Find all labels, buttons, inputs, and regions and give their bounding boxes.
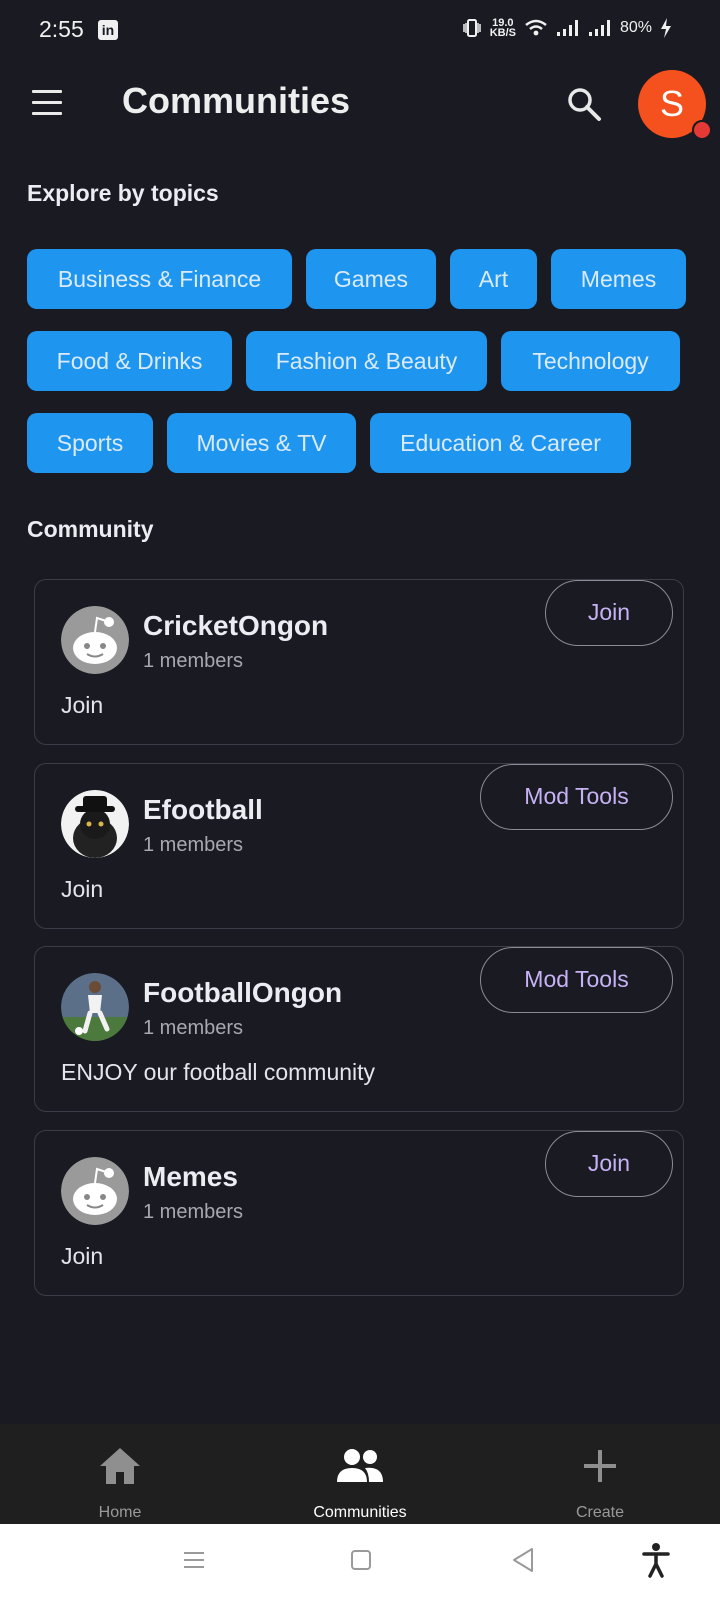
community-members: 1 members bbox=[143, 834, 244, 856]
join-button[interactable]: Join bbox=[545, 580, 673, 646]
recents-icon[interactable] bbox=[182, 1548, 206, 1572]
nav-home-label: Home bbox=[98, 1504, 142, 1521]
community-name: Efootball bbox=[143, 794, 263, 825]
community-card[interactable]: Memes 1 members Join Join bbox=[34, 1130, 684, 1296]
search-icon[interactable] bbox=[566, 86, 602, 122]
topic-chip-movies-tv[interactable]: Movies & TV bbox=[167, 413, 356, 473]
net-speed: 19.0 KB/S bbox=[489, 18, 516, 39]
bottom-navigation: Home Communities Create bbox=[0, 1424, 720, 1524]
signal-icon-2 bbox=[588, 20, 610, 36]
community-name: CricketOngon bbox=[143, 610, 329, 641]
topic-chip-education-career[interactable]: Education & Career bbox=[370, 413, 631, 473]
community-members: 1 members bbox=[143, 650, 244, 672]
nav-create[interactable]: Create bbox=[520, 1424, 680, 1524]
nav-communities-label: Communities bbox=[313, 1504, 407, 1521]
home-button-icon[interactable] bbox=[349, 1548, 373, 1572]
community-name: FootballOngon bbox=[143, 977, 343, 1008]
topics-section-title: Explore by topics bbox=[27, 180, 219, 206]
topic-chip-sports[interactable]: Sports bbox=[27, 413, 153, 473]
topic-chip-memes[interactable]: Memes bbox=[551, 249, 686, 309]
default-avatar-icon bbox=[61, 606, 129, 674]
topic-chip-food-drinks[interactable]: Food & Drinks bbox=[27, 331, 232, 391]
status-time: 2:55 bbox=[39, 16, 84, 42]
nav-communities[interactable]: Communities bbox=[280, 1424, 440, 1524]
wifi-icon bbox=[525, 19, 547, 36]
accessibility-icon[interactable] bbox=[642, 1542, 670, 1578]
nav-create-label: Create bbox=[575, 1504, 625, 1521]
topic-chip-art[interactable]: Art bbox=[450, 249, 537, 309]
topic-chip-fashion-beauty[interactable]: Fashion & Beauty bbox=[246, 331, 487, 391]
system-navigation-bar bbox=[0, 1524, 720, 1600]
status-icons: 19.0 KB/S 80% bbox=[462, 18, 672, 39]
football-player-avatar-icon bbox=[61, 973, 129, 1041]
communities-icon bbox=[337, 1449, 383, 1482]
community-description: Join bbox=[61, 1243, 104, 1269]
community-card[interactable]: CricketOngon 1 members Join Join bbox=[34, 579, 684, 745]
mod-tools-button[interactable]: Mod Tools bbox=[480, 764, 673, 830]
join-button[interactable]: Join bbox=[545, 1131, 673, 1197]
default-avatar-icon bbox=[61, 1157, 129, 1225]
community-card[interactable]: FootballOngon 1 members ENJOY our footba… bbox=[34, 946, 684, 1112]
community-description: Join bbox=[61, 876, 104, 902]
plus-icon bbox=[584, 1450, 616, 1482]
community-section-title: Community bbox=[27, 516, 154, 542]
topic-chip-business-finance[interactable]: Business & Finance bbox=[27, 249, 292, 309]
community-description: Join bbox=[61, 692, 104, 718]
battery-percentage: 80% bbox=[619, 19, 652, 36]
community-name: Memes bbox=[143, 1161, 238, 1192]
community-members: 1 members bbox=[143, 1201, 244, 1223]
menu-icon[interactable] bbox=[30, 90, 64, 118]
status-bar: 2:55 in 19.0 KB/S 80% bbox=[0, 0, 720, 60]
page-title: Communities bbox=[122, 80, 351, 121]
mod-tools-button[interactable]: Mod Tools bbox=[480, 947, 673, 1013]
notification-dot bbox=[692, 120, 712, 140]
back-icon[interactable] bbox=[510, 1546, 536, 1574]
community-description: ENJOY our football community bbox=[61, 1059, 376, 1085]
vibrate-icon bbox=[462, 19, 481, 37]
topic-chip-technology[interactable]: Technology bbox=[501, 331, 680, 391]
charging-icon bbox=[661, 18, 671, 38]
nav-home[interactable]: Home bbox=[40, 1424, 200, 1524]
net-speed-unit: KB/S bbox=[489, 27, 516, 39]
topic-chip-games[interactable]: Games bbox=[306, 249, 436, 309]
linkedin-icon: in bbox=[98, 20, 118, 40]
signal-icon bbox=[556, 20, 578, 36]
community-members: 1 members bbox=[143, 1017, 244, 1039]
home-icon bbox=[100, 1448, 140, 1484]
community-card[interactable]: Efootball 1 members Join Mod Tools bbox=[34, 763, 684, 929]
cat-avatar-icon bbox=[61, 790, 129, 858]
